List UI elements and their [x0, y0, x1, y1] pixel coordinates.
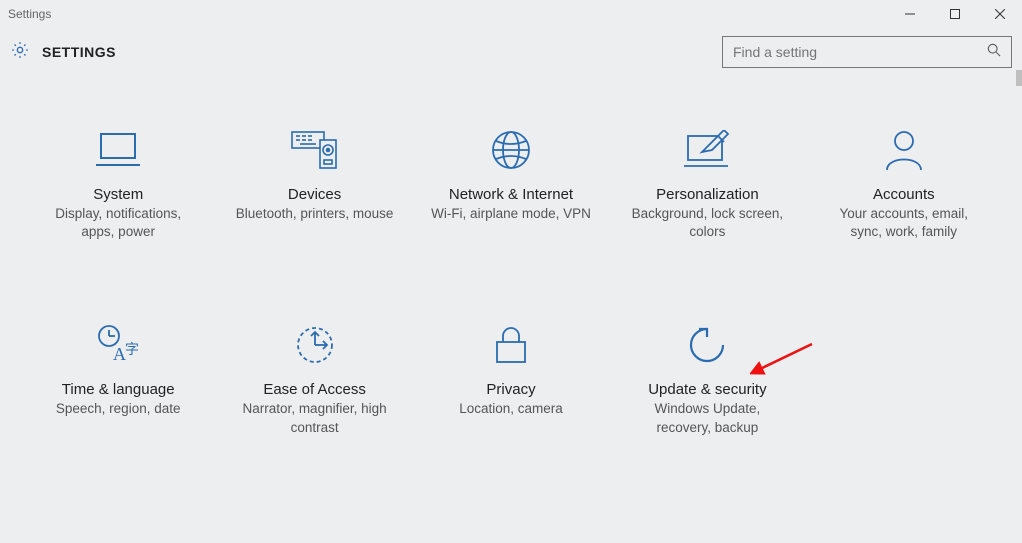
tile-privacy[interactable]: Privacy Location, camera [413, 321, 609, 436]
titlebar: Settings [0, 0, 1022, 28]
maximize-button[interactable] [932, 0, 977, 28]
tile-title: Time & language [62, 381, 175, 398]
main: System Display, notifications, apps, pow… [0, 76, 1022, 457]
tile-subtitle: Your accounts, email, sync, work, family [824, 205, 984, 241]
tile-update-security[interactable]: Update & security Windows Update, recove… [609, 321, 805, 436]
tile-title: Privacy [486, 381, 535, 398]
window-title: Settings [8, 7, 51, 21]
tile-subtitle: Bluetooth, printers, mouse [236, 205, 394, 223]
tile-subtitle: Windows Update, recovery, backup [627, 400, 787, 436]
devices-icon [290, 126, 340, 174]
tile-title: Network & Internet [449, 186, 573, 203]
settings-grid: System Display, notifications, apps, pow… [20, 126, 1002, 437]
tile-title: Update & security [648, 381, 766, 398]
page-title: SETTINGS [42, 44, 116, 60]
time-language-icon: A 字 [95, 321, 141, 369]
tile-subtitle: Background, lock screen, colors [627, 205, 787, 241]
tile-subtitle: Narrator, magnifier, high contrast [235, 400, 395, 436]
update-icon [685, 321, 729, 369]
svg-text:字: 字 [125, 342, 139, 358]
tile-devices[interactable]: Devices Bluetooth, printers, mouse [216, 126, 412, 241]
tile-title: Ease of Access [263, 381, 366, 398]
accounts-icon [883, 126, 925, 174]
tile-title: System [93, 186, 143, 203]
tile-title: Accounts [873, 186, 935, 203]
search-input[interactable] [733, 44, 987, 60]
tile-network[interactable]: Network & Internet Wi-Fi, airplane mode,… [413, 126, 609, 241]
tile-subtitle: Location, camera [459, 400, 563, 418]
ease-of-access-icon [294, 321, 336, 369]
tile-ease-of-access[interactable]: Ease of Access Narrator, magnifier, high… [216, 321, 412, 436]
tile-title: Devices [288, 186, 341, 203]
tile-time-language[interactable]: A 字 Time & language Speech, region, date [20, 321, 216, 436]
tile-personalization[interactable]: Personalization Background, lock screen,… [609, 126, 805, 241]
personalization-icon [684, 126, 730, 174]
close-button[interactable] [977, 0, 1022, 28]
gear-icon [10, 40, 30, 65]
lock-icon [493, 321, 529, 369]
tile-subtitle: Speech, region, date [56, 400, 181, 418]
minimize-button[interactable] [887, 0, 932, 28]
tile-system[interactable]: System Display, notifications, apps, pow… [20, 126, 216, 241]
tile-subtitle: Display, notifications, apps, power [38, 205, 198, 241]
tile-title: Personalization [656, 186, 759, 203]
scrollbar-thumb[interactable] [1016, 70, 1022, 86]
globe-icon [490, 126, 532, 174]
search-icon [987, 43, 1001, 62]
tile-subtitle: Wi-Fi, airplane mode, VPN [431, 205, 591, 223]
tile-accounts[interactable]: Accounts Your accounts, email, sync, wor… [806, 126, 1002, 241]
system-icon [96, 126, 140, 174]
window-controls [887, 0, 1022, 28]
header: SETTINGS [0, 28, 1022, 76]
search-box[interactable] [722, 36, 1012, 68]
